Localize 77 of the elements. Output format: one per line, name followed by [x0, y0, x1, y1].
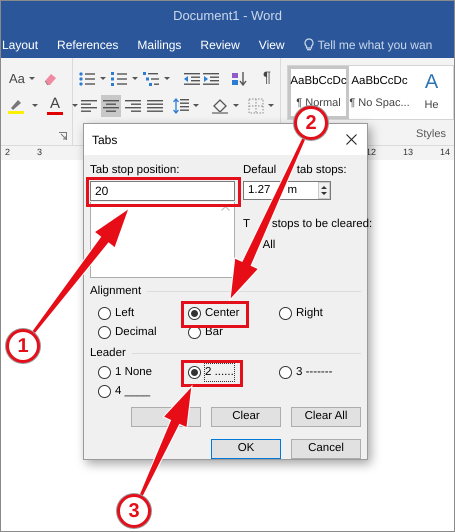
ribbon-tab[interactable]: Layout: [2, 36, 38, 54]
cleared-value: All: [262, 238, 276, 252]
radio-label[interactable]: Decimal: [115, 324, 157, 341]
field-label: T: [243, 217, 250, 232]
ruler-number: 13: [402, 146, 413, 160]
increase-indent-icon[interactable]: [203, 72, 219, 86]
ribbon-tab[interactable]: Mailings: [137, 36, 182, 54]
radio-button[interactable]: [188, 366, 201, 379]
caret-icon[interactable]: [164, 77, 170, 80]
caret-icon[interactable]: [32, 104, 38, 107]
show-marks-button[interactable]: ¶: [261, 68, 274, 90]
ruler-number: 2: [5, 146, 10, 160]
dialog-title: Tabs: [92, 132, 118, 148]
ribbon-tab[interactable]: Review: [200, 36, 240, 54]
radio-label[interactable]: 3 -------: [296, 364, 332, 382]
tab-stop-position-field[interactable]: 20: [90, 181, 235, 202]
field-label: Tab stop position:: [90, 163, 181, 178]
caret-icon[interactable]: [268, 104, 274, 107]
caret-icon[interactable]: [232, 104, 239, 107]
radio-label[interactable]: Center: [205, 304, 240, 322]
highlight-frame: [181, 360, 243, 387]
caret-icon[interactable]: [72, 104, 78, 107]
caret-icon[interactable]: [132, 77, 138, 80]
radio-label[interactable]: 2 ......: [205, 364, 234, 382]
line-spacing-icon[interactable]: [173, 98, 190, 114]
window-title: Document1 - Word: [1, 1, 454, 31]
radio-label[interactable]: Left: [115, 304, 134, 322]
caret-icon[interactable]: [100, 77, 106, 80]
lightbulb-icon[interactable]: [304, 38, 314, 52]
group-label: Styles: [416, 126, 446, 142]
field-label: stops to be cleared:: [272, 217, 372, 232]
dialog-launcher-icon[interactable]: [59, 132, 67, 140]
highlight-frame: [181, 300, 249, 328]
radio-button[interactable]: [279, 306, 292, 320]
borders-icon[interactable]: [248, 98, 264, 114]
numbering-icon[interactable]: [111, 72, 127, 86]
font-size-button[interactable]: Aa: [7, 68, 37, 90]
align-right-icon[interactable]: [125, 98, 141, 112]
multilevel-list-icon[interactable]: [143, 72, 159, 86]
radio-button[interactable]: [279, 366, 292, 379]
dialog-button[interactable]: OK: [211, 439, 281, 459]
font-color-button[interactable]: A: [45, 94, 65, 118]
align-left-icon[interactable]: [81, 98, 97, 112]
radio-button[interactable]: [98, 326, 111, 339]
align-center-button[interactable]: [101, 94, 121, 116]
dialog-button[interactable]: Clear: [211, 407, 281, 427]
radio-label[interactable]: 1 None: [115, 364, 152, 382]
decrease-indent-icon[interactable]: [184, 72, 200, 86]
close-icon[interactable]: [346, 134, 357, 145]
ruler-number: 14: [440, 146, 450, 160]
ribbon-tab[interactable]: References: [57, 36, 118, 54]
group-label: Alignment: [90, 284, 142, 298]
radio-label[interactable]: 4 ____: [115, 382, 150, 400]
caret-icon[interactable]: [193, 104, 200, 107]
ruler-number: 3: [37, 146, 42, 160]
scroll-up-icon[interactable]: [221, 206, 230, 210]
caret-icon: [28, 77, 35, 80]
spin-icon[interactable]: [318, 182, 330, 200]
default-tab-stops-field[interactable]: 1.27 m: [243, 181, 331, 200]
radio-label[interactable]: Right: [296, 304, 323, 322]
align-center-icon[interactable]: [103, 98, 119, 112]
tell-me-search[interactable]: Tell me what you wan: [318, 36, 432, 54]
radio-button[interactable]: [98, 385, 111, 398]
ribbon-tab[interactable]: View: [258, 36, 285, 54]
sort-icon[interactable]: [231, 70, 247, 86]
field-label: Defaul: [243, 163, 276, 178]
dialog-button[interactable]: Clear All: [291, 407, 361, 427]
radio-button[interactable]: [188, 306, 201, 320]
dialog-button[interactable]: Cancel: [291, 439, 361, 459]
radio-button[interactable]: [98, 306, 111, 320]
step-number: 1: [6, 329, 40, 363]
field-label: tab stops:: [296, 163, 347, 178]
step-number: 3: [117, 494, 151, 528]
bullets-icon[interactable]: [79, 72, 95, 86]
justify-icon[interactable]: [147, 98, 163, 112]
radio-button[interactable]: [98, 366, 111, 379]
group-label: Leader: [90, 346, 126, 361]
